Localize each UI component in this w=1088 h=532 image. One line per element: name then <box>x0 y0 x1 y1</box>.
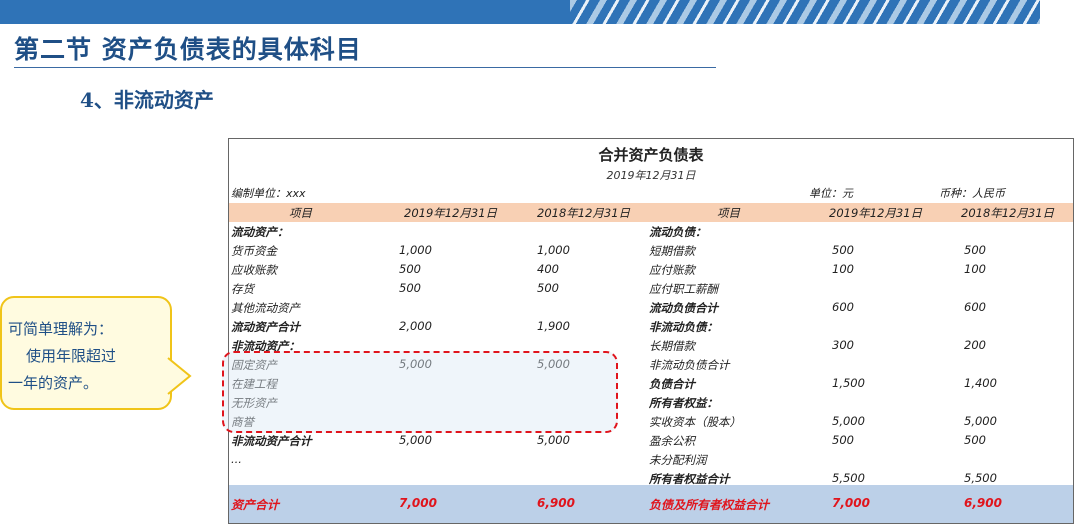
unit-label: 单位：元 <box>809 187 853 200</box>
header-item-right: 项目 <box>717 206 740 220</box>
sheet-date: 2019年12月31日 <box>606 169 696 182</box>
compiler-label: 编制单位：xxx <box>231 187 306 200</box>
callout-pointer <box>166 357 192 395</box>
table-cell: 流动负债： <box>649 225 707 239</box>
total-assets-label: 资产合计 <box>231 498 280 512</box>
table-cell: 应付账款 <box>649 263 695 277</box>
callout-line-3: 一年的资产。 <box>8 374 99 392</box>
table-cell: 500 <box>964 243 986 257</box>
banner-image <box>570 0 1040 24</box>
callout-line-2: 使用年限超过 <box>26 347 117 365</box>
table-cell: 1,900 <box>537 319 570 333</box>
table-cell: 流动负债合计 <box>649 301 718 315</box>
table-row: 其他流动资产 流动负债合计 600 600 <box>229 299 1073 318</box>
title-divider <box>14 67 716 68</box>
table-cell: 1,000 <box>537 243 570 257</box>
table-cell: 5,000 <box>832 414 865 428</box>
callout-text: 可简单理解为： 使用年限超过 一年的资产。 <box>8 316 116 397</box>
total-liab-equity-2019: 7,000 <box>832 496 870 510</box>
table-cell: 未分配利润 <box>649 453 707 467</box>
table-cell: 非流动负债合计 <box>649 358 730 372</box>
table-cell: 盈余公积 <box>649 434 695 448</box>
header-2018-right: 2018年12月31日 <box>961 206 1055 220</box>
table-cell: 500 <box>964 433 986 447</box>
total-liab-equity-label: 负债及所有者权益合计 <box>649 498 770 512</box>
sub-title: 4、非流动资产 <box>80 88 214 112</box>
total-assets-2019: 7,000 <box>399 496 437 510</box>
header-item-left: 项目 <box>289 206 312 220</box>
table-cell: 500 <box>399 262 421 276</box>
table-cell: 500 <box>399 281 421 295</box>
callout-line-1: 可简单理解为： <box>8 320 114 338</box>
total-assets-2018: 6,900 <box>537 496 575 510</box>
currency-label: 币种：人民币 <box>939 187 1005 200</box>
table-row: ... 未分配利润 <box>229 451 1073 470</box>
table-cell: ... <box>231 452 242 466</box>
table-cell: 500 <box>832 433 854 447</box>
table-cell: 实收资本（股本） <box>649 415 741 429</box>
table-row: 非流动资产合计 5,000 5,000 盈余公积 500 500 <box>229 432 1073 451</box>
table-cell: 所有者权益： <box>649 396 718 410</box>
table-cell: 应收账款 <box>231 263 277 277</box>
callout: 可简单理解为： 使用年限超过 一年的资产。 <box>0 296 172 410</box>
table-row: 应收账款 500 400 应付账款 100 100 <box>229 261 1073 280</box>
table-cell: 其他流动资产 <box>231 301 300 315</box>
table-cell: 负债合计 <box>649 377 695 391</box>
table-cell: 400 <box>537 262 559 276</box>
table-cell: 非流动资产合计 <box>231 434 312 448</box>
table-cell: 存货 <box>231 282 254 296</box>
section-title: 第二节 资产负债表的具体科目 <box>14 35 362 64</box>
table-cell: 1,500 <box>832 376 865 390</box>
header-2019-right: 2019年12月31日 <box>829 206 923 220</box>
top-banner <box>0 0 1040 24</box>
table-row: 流动资产： 流动负债： <box>229 223 1073 242</box>
table-cell: 短期借款 <box>649 244 695 258</box>
table-cell: 100 <box>832 262 854 276</box>
table-cell: 应付职工薪酬 <box>649 282 718 296</box>
header-2019-left: 2019年12月31日 <box>404 206 498 220</box>
table-cell: 100 <box>964 262 986 276</box>
table-row: 存货 500 500 应付职工薪酬 <box>229 280 1073 299</box>
total-liab-equity-2018: 6,900 <box>964 496 1002 510</box>
table-cell: 500 <box>832 243 854 257</box>
total-row: 资产合计 7,000 6,900 负债及所有者权益合计 7,000 6,900 <box>229 485 1073 523</box>
table-cell: 5,500 <box>832 471 865 485</box>
table-cell: 货币资金 <box>231 244 277 258</box>
table-cell: 5,000 <box>399 433 432 447</box>
table-cell: 5,500 <box>964 471 997 485</box>
table-cell: 500 <box>537 281 559 295</box>
table-cell: 600 <box>964 300 986 314</box>
table-cell: 流动资产： <box>231 225 289 239</box>
table-cell: 300 <box>832 338 854 352</box>
sheet-title: 合并资产负债表 <box>598 146 704 164</box>
table-cell: 5,000 <box>964 414 997 428</box>
table-cell: 非流动负债： <box>649 320 718 334</box>
table-cell: 1,400 <box>964 376 997 390</box>
table-row: 货币资金 1,000 1,000 短期借款 500 500 <box>229 242 1073 261</box>
table-cell: 1,000 <box>399 243 432 257</box>
table-cell: 2,000 <box>399 319 432 333</box>
table-cell: 5,000 <box>537 433 570 447</box>
table-cell: 流动资产合计 <box>231 320 300 334</box>
header-2018-left: 2018年12月31日 <box>537 206 631 220</box>
table-cell: 200 <box>964 338 986 352</box>
balance-sheet: 合并资产负债表 2019年12月31日 编制单位：xxx 单位：元 币种：人民币… <box>228 138 1074 524</box>
table-cell: 长期借款 <box>649 339 695 353</box>
non-current-assets-highlight <box>222 351 618 433</box>
table-header: 项目 2019年12月31日 2018年12月31日 项目 2019年12月31… <box>229 203 1073 222</box>
table-cell: 600 <box>832 300 854 314</box>
table-row: 流动资产合计 2,000 1,900 非流动负债： <box>229 318 1073 337</box>
